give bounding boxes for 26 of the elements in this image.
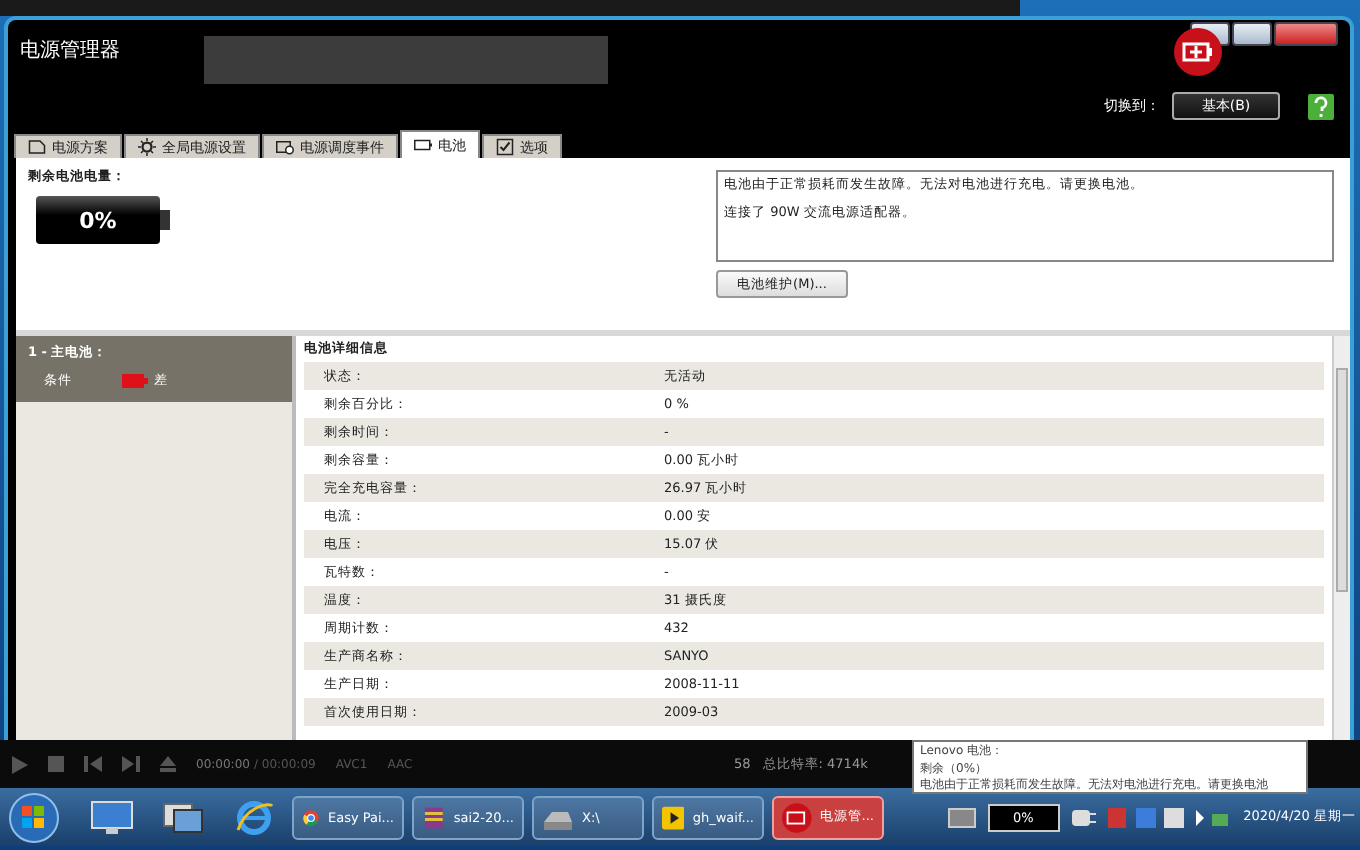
app-icon: [662, 801, 685, 833]
battery-percent: 0%: [79, 207, 117, 233]
help-icon[interactable]: [1308, 93, 1334, 119]
plug-icon[interactable]: [1071, 807, 1096, 827]
battery-icon: [122, 374, 148, 388]
tab-icon: [28, 138, 46, 156]
next-icon[interactable]: [122, 756, 140, 772]
battery-terminal: [160, 210, 170, 230]
window-title: 电源管理器: [18, 37, 122, 64]
eject-icon[interactable]: [160, 756, 176, 772]
scrollbar[interactable]: [1332, 336, 1350, 740]
play-icon[interactable]: [12, 755, 28, 773]
browser-e-icon[interactable]: [234, 797, 274, 837]
close-button[interactable]: [1274, 22, 1338, 46]
start-button[interactable]: [8, 791, 60, 843]
battery-icon: [1174, 28, 1222, 76]
scroll-thumb[interactable]: [1336, 368, 1348, 592]
tab-icon: [414, 136, 432, 154]
restore-button[interactable]: [1232, 22, 1272, 46]
tab-icon: [496, 138, 514, 156]
previous-icon[interactable]: [84, 756, 102, 772]
windows-icon[interactable]: [162, 799, 206, 835]
tab-icon: [138, 138, 156, 156]
tray-icons-drawing[interactable]: [1107, 805, 1228, 829]
app-icon: [782, 801, 812, 833]
monitor-icon[interactable]: [90, 799, 134, 835]
